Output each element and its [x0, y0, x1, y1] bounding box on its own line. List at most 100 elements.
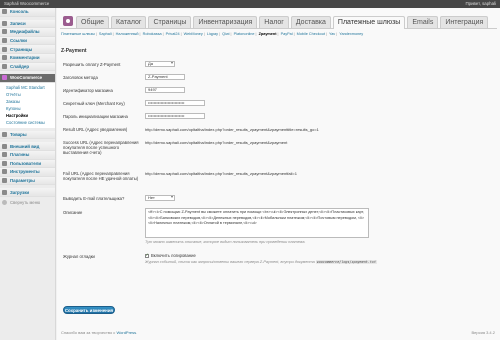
sidebar-item-pages[interactable]: Страницы — [0, 45, 55, 54]
submenu-item[interactable]: Купоны — [0, 105, 55, 112]
submenu-item[interactable]: Saphali MC Standart — [0, 84, 55, 91]
tools-icon — [2, 169, 7, 175]
subnav-link[interactable]: Liqpay — [207, 32, 218, 36]
products-icon — [2, 132, 7, 138]
subnav-link[interactable]: Platononline — [234, 32, 255, 36]
sidebar-item-settings[interactable]: Параметры — [0, 176, 55, 186]
settings-tabs: Общие Каталог Страницы Инвентаризация На… — [60, 13, 497, 29]
site-name[interactable]: Saphali Woocommerce — [4, 1, 49, 6]
tab-general[interactable]: Общие — [76, 16, 110, 28]
subnav-link[interactable]: Наложенный — [116, 32, 139, 36]
secret-input[interactable]: •••••••••••••••••••••••••• — [145, 100, 205, 106]
log-checkbox[interactable] — [145, 252, 149, 258]
admin-bar: Saphali Woocommerce Привет, saphali — [0, 0, 500, 8]
subnav-link[interactable]: Privat24 — [166, 32, 180, 36]
sidebar-item-users[interactable]: Пользователи — [0, 159, 55, 169]
user-greeting[interactable]: Привет, saphali — [465, 0, 496, 8]
enable-select[interactable]: Да — [145, 61, 175, 67]
sidebar-item-comments[interactable]: Комментарии — [0, 53, 55, 63]
save-button[interactable]: Сохранить изменения — [63, 306, 115, 314]
sidebar-item-products[interactable]: Товары — [0, 130, 55, 140]
gateway-subnav: Платежные шлюзы| Saphali| Наложенный| Ro… — [61, 32, 364, 36]
tab-emails[interactable]: Emails — [407, 16, 439, 28]
log-hint: Журнал событий, список как запросы/ответ… — [145, 260, 377, 264]
tab-pages[interactable]: Страницы — [148, 16, 192, 28]
subnav-link[interactable]: Qiwi — [222, 32, 229, 36]
collapse-icon — [2, 199, 7, 205]
sidebar-item-downloads[interactable]: Загрузки — [0, 188, 55, 197]
admin-sidebar: Консоль Записи Медиафайлы Ссылки Страниц… — [0, 8, 56, 340]
submenu-item[interactable]: Отчёты — [0, 91, 55, 98]
subnav-link[interactable]: Yandexmoney — [339, 32, 363, 36]
appearance-icon — [2, 143, 7, 149]
log-checkbox-row: Включить логирование — [145, 252, 377, 258]
sidebar-item-plugins[interactable]: Плагины — [0, 150, 55, 160]
sidebar-item-tools[interactable]: Инструменты — [0, 168, 55, 177]
row-init: Пароль инициализации магазина ••••••••••… — [61, 112, 497, 122]
tab-catalog[interactable]: Каталог — [111, 16, 147, 28]
users-icon — [2, 160, 7, 166]
pin-icon — [2, 20, 7, 26]
title-label: Заголовок метода — [63, 75, 98, 80]
row-secret: Секретный ключ (Merchant Key) ••••••••••… — [61, 99, 497, 109]
tab-inventory[interactable]: Инвентаризация — [193, 16, 258, 28]
submenu-item[interactable]: Заказы — [0, 98, 55, 105]
subnav-link[interactable]: PayPal — [281, 32, 293, 36]
row-description: Описание <ff><i>С помощью Z-Payment вы с… — [61, 208, 497, 252]
subnav-link-current[interactable]: Zpayment — [259, 32, 277, 36]
link-icon — [2, 38, 7, 44]
sidebar-item-links[interactable]: Ссылки — [0, 36, 55, 46]
subnav-link[interactable]: Yav — [329, 32, 335, 36]
submenu-item-current[interactable]: Настройки — [0, 112, 55, 119]
tab-integration[interactable]: Интеграция — [440, 16, 489, 28]
slider-icon — [2, 63, 7, 69]
wordpress-link[interactable]: WordPress — [116, 330, 136, 335]
subnav-link[interactable]: WebMoney — [184, 32, 203, 36]
download-icon — [2, 189, 7, 195]
tab-tax[interactable]: Налог — [259, 16, 289, 28]
settings-form: Разрешить оплату Z-Payment Да Заголовок … — [61, 60, 497, 264]
log-hint-text: Журнал событий, список как запросы/ответ… — [145, 260, 315, 264]
subnav-link[interactable]: Robokassa — [143, 32, 162, 36]
sidebar-item-media[interactable]: Медиафайлы — [0, 28, 55, 37]
subnav-link[interactable]: Платежные шлюзы — [61, 32, 95, 36]
shop-id-label: Идентификатор магазина — [63, 88, 113, 93]
sidebar-item-posts[interactable]: Записи — [0, 19, 55, 29]
log-path: woocommerce/logs/zpayment.txt — [315, 260, 377, 264]
sidebar-item-console[interactable]: Консоль — [0, 8, 55, 17]
log-checkbox-label: Включить логирование — [151, 253, 196, 258]
result-url: http://demo.saphali.com/opltaltha/index.… — [145, 127, 319, 132]
row-shop-id: Идентификатор магазина 9497 — [61, 86, 497, 96]
footer-thanks: Спасибо вам за творчество с — [61, 330, 116, 335]
submenu-item[interactable]: Состояние системы — [0, 119, 55, 126]
collapse-menu[interactable]: Свернуть меню — [0, 199, 55, 205]
section-title: Z-Payment — [61, 48, 87, 54]
subnav-link[interactable]: Saphali — [99, 32, 112, 36]
subnav-link[interactable]: Mobile Checkout — [297, 32, 325, 36]
shop-id-input[interactable]: 9497 — [145, 87, 185, 93]
description-hint: Тут можно изменить описание, которое вид… — [145, 240, 306, 244]
title-input[interactable]: Z-Payment — [145, 74, 185, 80]
description-textarea[interactable]: <ff><i>С помощью Z-Payment вы сможете оп… — [145, 208, 369, 238]
woocommerce-logo-icon — [63, 16, 73, 26]
woocommerce-submenu: Saphali MC Standart Отчёты Заказы Купоны… — [0, 82, 55, 128]
plugin-icon — [2, 152, 7, 158]
dashboard-icon — [2, 9, 7, 15]
log-label: Журнал отладки — [63, 254, 95, 259]
sidebar-item-woocommerce[interactable]: WooCommerce — [0, 74, 55, 83]
row-title: Заголовок метода Z-Payment — [61, 73, 497, 83]
enable-label: Разрешить оплату Z-Payment — [63, 62, 121, 67]
sidebar-item-appearance[interactable]: Внешний вид — [0, 142, 55, 151]
row-log: Журнал отладки Включить логирование Журн… — [61, 252, 497, 272]
init-input[interactable]: •••••••••••••••••••••••••• — [145, 113, 205, 119]
tab-shipping[interactable]: Доставка — [290, 16, 331, 28]
main-content: Общие Каталог Страницы Инвентаризация На… — [57, 8, 500, 340]
row-email: Выводить E-mail плательщика? Нет — [61, 194, 497, 208]
fail-label: Fail URL (Адрес перенаправления покупате… — [63, 171, 139, 181]
version-text: Версия 3.4.2 — [471, 330, 495, 335]
sidebar-item-slider[interactable]: Слайдер — [0, 62, 55, 72]
tab-payment-gateways[interactable]: Платежные шлюзы — [332, 16, 406, 29]
page-icon — [2, 46, 7, 52]
email-select[interactable]: Нет — [145, 195, 175, 201]
footer: Спасибо вам за творчество с WordPress. В… — [61, 330, 495, 335]
